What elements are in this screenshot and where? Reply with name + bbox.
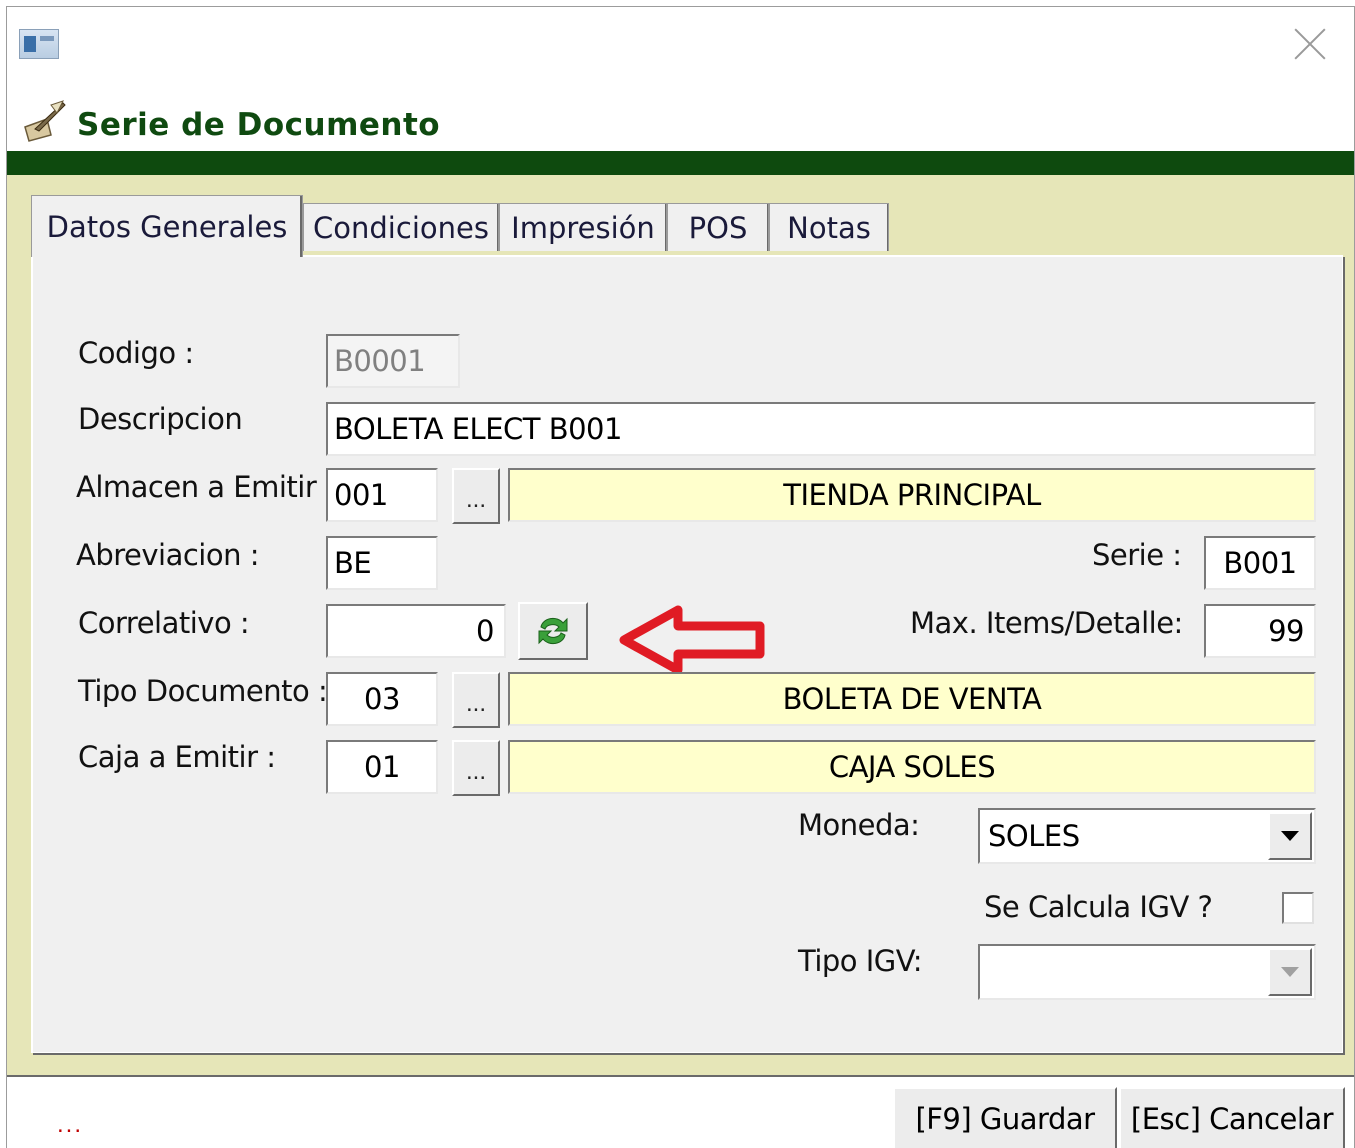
tab-datos-generales[interactable]: Datos Generales — [31, 195, 303, 257]
footer-bar: ... [F9] Guardar [Esc] Cancelar — [7, 1075, 1354, 1148]
chevron-down-icon[interactable] — [1268, 948, 1312, 996]
datos-generales-panel: Codigo : B0001 Descripcion BOLETA ELECT … — [31, 255, 1343, 1053]
serie-field[interactable]: B001 — [1204, 536, 1316, 590]
descripcion-label: Descripcion — [78, 402, 243, 436]
tab-notas[interactable]: Notas — [769, 203, 889, 251]
tab-pos[interactable]: POS — [667, 203, 769, 251]
chevron-down-icon[interactable] — [1268, 812, 1312, 860]
tab-impresion[interactable]: Impresión — [499, 203, 667, 251]
abreviacion-label: Abreviacion : — [76, 538, 259, 572]
tipo-igv-label: Tipo IGV: — [798, 944, 923, 978]
correlativo-refresh-button[interactable] — [518, 602, 588, 660]
calcula-igv-label: Se Calcula IGV ? — [984, 890, 1213, 924]
tipo-documento-browse-button[interactable]: ... — [452, 672, 500, 728]
cancel-button[interactable]: [Esc] Cancelar — [1119, 1087, 1345, 1148]
form-header: Serie de Documento — [7, 79, 1354, 151]
max-items-field[interactable]: 99 — [1204, 604, 1316, 658]
caja-name-field: CAJA SOLES — [508, 740, 1316, 794]
serie-label: Serie : — [1092, 538, 1182, 572]
caja-label: Caja a Emitir : — [78, 740, 276, 774]
quill-document-icon — [24, 100, 66, 142]
serie-documento-window: Serie de Documento Datos Generales Condi… — [6, 6, 1355, 1148]
page-title: Serie de Documento — [77, 107, 441, 143]
tipo-documento-code-field[interactable]: 03 — [326, 672, 438, 726]
almacen-browse-button[interactable]: ... — [452, 468, 500, 524]
codigo-field: B0001 — [326, 334, 460, 388]
abreviacion-field[interactable]: BE — [326, 536, 438, 590]
tab-condiciones[interactable]: Condiciones — [303, 203, 499, 251]
codigo-label: Codigo : — [78, 336, 194, 370]
caja-code-field[interactable]: 01 — [326, 740, 438, 794]
save-button[interactable]: [F9] Guardar — [893, 1087, 1117, 1148]
calcula-igv-checkbox[interactable] — [1282, 892, 1314, 924]
app-window-icon — [19, 29, 59, 59]
red-arrow-annotation — [619, 605, 765, 675]
header-divider — [7, 151, 1354, 175]
moneda-label: Moneda: — [798, 808, 920, 842]
dialog-body: Datos Generales Condiciones Impresión PO… — [7, 175, 1354, 1075]
tipo-igv-select[interactable] — [978, 944, 1316, 1000]
descripcion-field[interactable]: BOLETA ELECT B001 — [326, 402, 1316, 456]
caja-browse-button[interactable]: ... — [452, 740, 500, 796]
close-icon[interactable] — [1290, 23, 1330, 63]
max-items-label: Max. Items/Detalle: — [910, 606, 1183, 640]
correlativo-field[interactable]: 0 — [326, 604, 506, 658]
moneda-value: SOLES — [988, 819, 1080, 853]
refresh-arrows-icon — [538, 617, 568, 645]
almacen-name-field: TIENDA PRINCIPAL — [508, 468, 1316, 522]
tipo-documento-name-field: BOLETA DE VENTA — [508, 672, 1316, 726]
status-text: ... — [57, 1111, 84, 1138]
almacen-code-field[interactable]: 001 — [326, 468, 438, 522]
moneda-select[interactable]: SOLES — [978, 808, 1316, 864]
almacen-label: Almacen a Emitir : — [76, 470, 335, 504]
title-bar — [7, 7, 1354, 79]
correlativo-label: Correlativo : — [78, 606, 250, 640]
tipo-documento-label: Tipo Documento : — [78, 674, 328, 708]
